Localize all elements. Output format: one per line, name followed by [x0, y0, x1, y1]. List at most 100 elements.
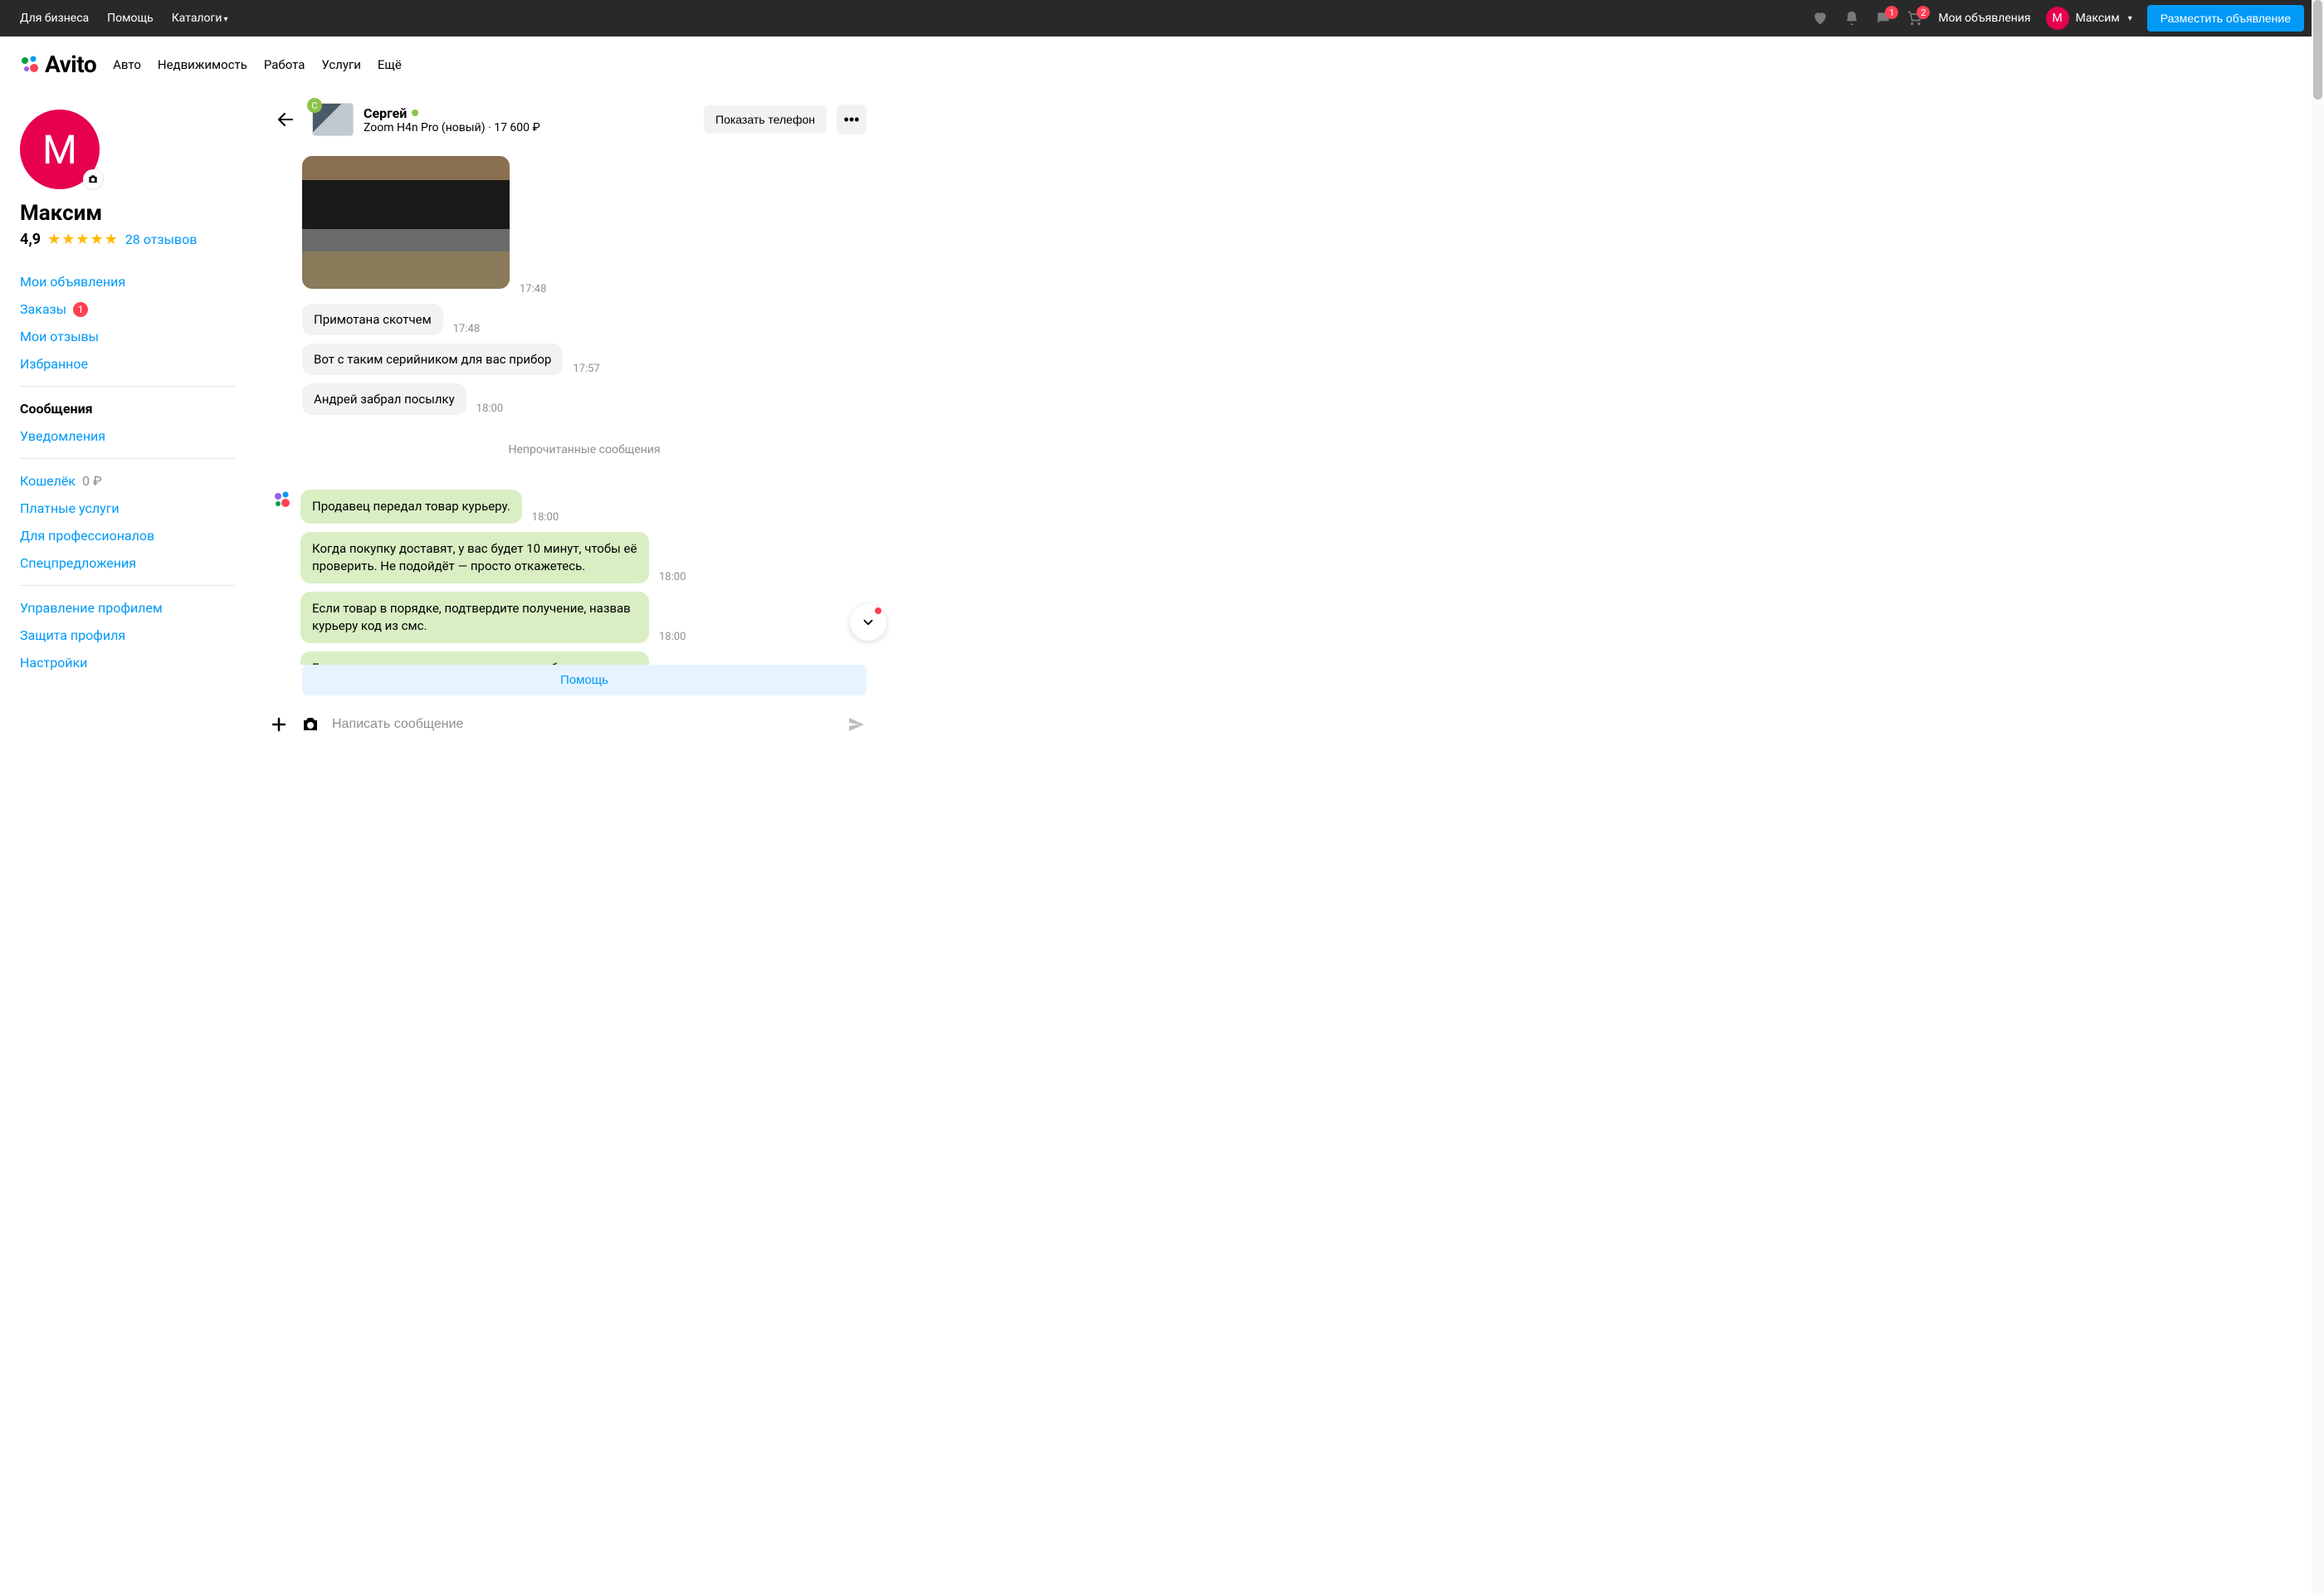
- message-row: Вот с таким серийником для вас прибор 17…: [302, 344, 867, 375]
- message-bubble: Вот с таким серийником для вас прибор: [302, 344, 563, 375]
- topbar: Для бизнеса Помощь Каталоги▾ 1 2 Мои объ…: [0, 0, 2324, 37]
- sidebar-item-my-ads[interactable]: Мои объявления: [20, 274, 125, 290]
- sidebar-divider: [20, 585, 236, 586]
- topbar-link-help[interactable]: Помощь: [107, 12, 154, 25]
- help-button[interactable]: Помощь: [302, 665, 867, 695]
- profile-avatar-wrap[interactable]: М: [20, 110, 100, 189]
- message-row: Примотана скотчем 17:48: [302, 304, 867, 335]
- message-time: 18:00: [532, 511, 559, 524]
- scrollbar-thumb[interactable]: [2313, 0, 2322, 100]
- topbar-right: 1 2 Мои объявления М Максим ▾ Разместить…: [1812, 5, 2304, 32]
- nav-link-realty[interactable]: Недвижимость: [158, 57, 247, 72]
- chevron-down-icon: ▾: [2128, 14, 2132, 23]
- system-messages-column: Продавец передал товар курьеру. 18:00 Ко…: [300, 490, 686, 665]
- topbar-my-ads[interactable]: Мои объявления: [1938, 12, 2030, 25]
- reviews-link[interactable]: 28 отзывов: [125, 232, 198, 247]
- chat-title-block: Сергей Zoom H4n Pro (новый) · 17 600 ₽: [364, 105, 694, 134]
- navbar: Avito Авто Недвижимость Работа Услуги Ещ…: [0, 37, 2324, 93]
- sidebar-item-notifications[interactable]: Уведомления: [20, 428, 105, 444]
- topbar-user-menu[interactable]: М Максим ▾: [2046, 7, 2132, 30]
- wallet-balance: 0 ₽: [82, 473, 102, 489]
- system-messages-row: Продавец передал товар курьеру. 18:00 Ко…: [272, 490, 867, 665]
- message-time: 18:00: [659, 631, 686, 643]
- system-message: Когда покупку доставят, у вас будет 10 м…: [300, 532, 686, 583]
- rating-value: 4,9: [20, 231, 41, 248]
- post-ad-button[interactable]: Разместить объявление: [2147, 5, 2304, 32]
- message-bubble: Андрей забрал посылку: [302, 383, 466, 415]
- chevron-down-icon: [861, 615, 876, 630]
- topbar-link-catalogs[interactable]: Каталоги▾: [172, 12, 228, 25]
- online-indicator-icon: [412, 110, 418, 116]
- sidebar-item-pros[interactable]: Для профессионалов: [20, 528, 154, 544]
- message-photo-row: 17:48: [302, 156, 867, 295]
- messages-button[interactable]: 1: [1875, 10, 1892, 27]
- message-time: 17:57: [573, 363, 599, 375]
- camera-icon: [87, 173, 99, 185]
- sidebar-item-favorites[interactable]: Избранное: [20, 356, 88, 372]
- bell-icon: [1843, 10, 1860, 27]
- nav-link-auto[interactable]: Авто: [113, 57, 141, 72]
- message-time: 17:48: [453, 323, 480, 335]
- nav-link-more[interactable]: Ещё: [378, 57, 402, 72]
- system-message: Если товар в порядке, подтвердите получе…: [300, 592, 686, 643]
- message-bubble: Продавец передал товар курьеру.: [300, 490, 522, 524]
- camera-icon[interactable]: [300, 715, 320, 734]
- chat-panel: С Сергей Zoom H4n Pro (новый) · 17 600 ₽…: [269, 93, 867, 757]
- sidebar-item-paid[interactable]: Платные услуги: [20, 500, 120, 516]
- main-layout: М Максим 4,9 ★★★★★ 28 отзывов Мои объявл…: [0, 93, 2324, 790]
- nav-link-jobs[interactable]: Работа: [264, 57, 305, 72]
- sidebar-item-messages[interactable]: Сообщения: [20, 401, 93, 417]
- listing-thumbnail[interactable]: С: [312, 103, 354, 136]
- messages-badge: 1: [1885, 6, 1898, 19]
- page-scrollbar[interactable]: [2312, 0, 2324, 1595]
- sidebar-list: Управление профилем Защита профиля Настр…: [20, 594, 236, 676]
- message-bubble: Если товар в порядке, подтвердите получе…: [300, 592, 649, 643]
- thumb-badge: С: [307, 98, 322, 113]
- show-phone-button[interactable]: Показать телефон: [704, 105, 827, 134]
- listing-title[interactable]: Zoom H4n Pro (новый) · 17 600 ₽: [364, 121, 694, 134]
- system-message: Если появятся вопросы, позвоните службе …: [300, 651, 686, 665]
- topbar-link-business[interactable]: Для бизнеса: [20, 12, 89, 25]
- nav-link-services[interactable]: Услуги: [321, 57, 361, 72]
- heart-icon: [1812, 10, 1828, 27]
- avatar: М: [2046, 7, 2069, 30]
- notifications-button[interactable]: [1843, 10, 1860, 27]
- logo[interactable]: Avito: [20, 51, 96, 78]
- message-row: Андрей забрал посылку 18:00: [302, 383, 867, 415]
- topbar-user-name: Максим: [2076, 12, 2120, 25]
- profile-name: Максим: [20, 201, 236, 226]
- back-button[interactable]: [269, 103, 302, 136]
- sidebar: М Максим 4,9 ★★★★★ 28 отзывов Мои объявл…: [20, 93, 236, 757]
- dots-icon: •••: [844, 111, 860, 128]
- sidebar-item-wallet[interactable]: Кошелёк: [20, 473, 76, 489]
- chat-body[interactable]: 17:48 Примотана скотчем 17:48 Вот с таки…: [269, 146, 867, 665]
- chat-header: С Сергей Zoom H4n Pro (новый) · 17 600 ₽…: [269, 93, 867, 146]
- sidebar-list: Кошелёк 0 ₽ Платные услуги Для профессио…: [20, 467, 236, 577]
- sidebar-item-offers[interactable]: Спецпредложения: [20, 555, 136, 571]
- send-icon[interactable]: [847, 715, 867, 734]
- unread-divider: Непрочитанные сообщения: [302, 423, 867, 490]
- stars-icon: ★★★★★: [47, 231, 119, 248]
- sidebar-item-security[interactable]: Защита профиля: [20, 627, 125, 643]
- logo-dots-icon: [20, 55, 40, 75]
- message-input[interactable]: [332, 709, 835, 740]
- sidebar-item-profile[interactable]: Управление профилем: [20, 600, 163, 616]
- chat-footer: Помощь: [269, 665, 867, 757]
- sidebar-item-settings[interactable]: Настройки: [20, 655, 87, 671]
- plus-icon[interactable]: [269, 715, 289, 734]
- sidebar-list: Мои объявления Заказы 1 Мои отзывы Избра…: [20, 268, 236, 378]
- topbar-left: Для бизнеса Помощь Каталоги▾: [20, 12, 228, 25]
- message-time: 17:48: [520, 283, 546, 295]
- sidebar-item-my-reviews[interactable]: Мои отзывы: [20, 329, 99, 344]
- cart-button[interactable]: 2: [1907, 10, 1923, 27]
- scroll-to-bottom-button[interactable]: [850, 604, 886, 641]
- arrow-left-icon: [276, 110, 295, 129]
- favorites-button[interactable]: [1812, 10, 1828, 27]
- avatar-camera-button[interactable]: [83, 169, 103, 189]
- message-photo[interactable]: [302, 156, 510, 289]
- contact-name: Сергей: [364, 105, 407, 121]
- sidebar-divider: [20, 458, 236, 459]
- orders-badge: 1: [73, 302, 88, 317]
- sidebar-item-orders[interactable]: Заказы: [20, 301, 66, 317]
- chat-menu-button[interactable]: •••: [837, 105, 867, 134]
